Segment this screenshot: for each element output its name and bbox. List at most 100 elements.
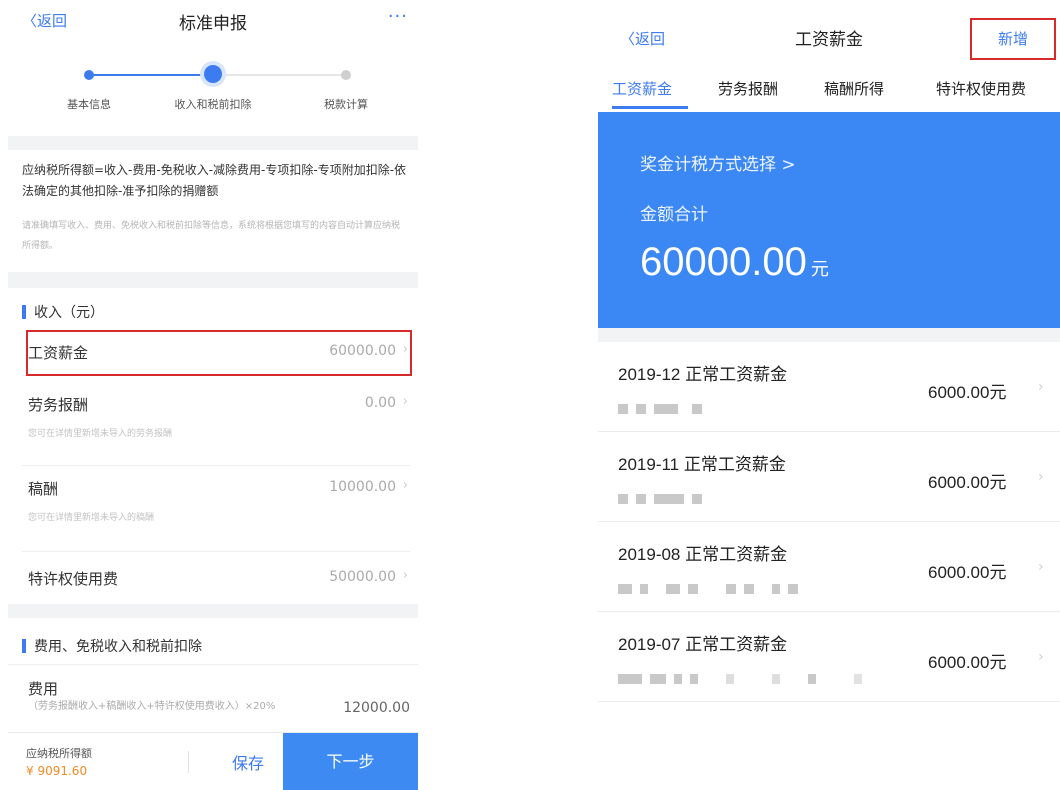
list-item[interactable]: 2019-12 正常工资薪金 6000.00元 › — [598, 342, 1060, 432]
highlight-box — [26, 330, 412, 376]
redaction-block — [654, 494, 684, 504]
income-type-tabs: 工资薪金 劳务报酬 稿酬所得 特许权使用费 — [598, 68, 1060, 112]
total-amount-value: 60000.00 — [640, 240, 807, 284]
redaction-block — [636, 494, 646, 504]
redaction-block — [808, 674, 816, 684]
tab-labor[interactable]: 劳务报酬 — [718, 78, 778, 99]
row-value: 50000.00 — [329, 569, 396, 585]
redaction-block — [640, 584, 648, 594]
redaction-block — [772, 584, 780, 594]
hint-text: 请准确填写收入、费用、免税收入和税前扣除等信息，系统将根据您填写的内容自动计算应… — [22, 221, 401, 251]
fee-label: 费用 — [28, 680, 59, 698]
redaction-block — [618, 404, 628, 414]
taxable-income-value: ¥ 9091.60 — [26, 764, 88, 778]
row-label: 稿酬 — [28, 480, 59, 498]
redaction-block — [726, 674, 734, 684]
redaction-block — [692, 404, 702, 414]
income-section-title: 收入（元） — [22, 302, 104, 322]
row-value: 10000.00 — [329, 479, 396, 495]
tab-franchise[interactable]: 特许权使用费 — [936, 78, 1026, 99]
redaction-block — [666, 584, 680, 594]
tab-royalty[interactable]: 稿酬所得 — [824, 78, 884, 99]
row-hint: 您可在详情里新增未导入的劳务报酬 — [28, 429, 173, 439]
masked-employer-text — [618, 584, 798, 594]
redaction-block — [654, 404, 678, 414]
section-divider — [8, 136, 418, 150]
progress-steps: 基本信息 收入和税前扣除 税款计算 — [8, 58, 418, 128]
next-step-button[interactable]: 下一步 — [283, 733, 418, 790]
entry-title: 2019-08 正常工资薪金 — [618, 545, 788, 564]
redaction-block — [690, 674, 698, 684]
page-title: 标准申报 — [179, 14, 247, 34]
masked-employer-text — [618, 494, 702, 504]
total-label: 金额合计 — [640, 205, 708, 225]
entry-title: 2019-12 正常工资薪金 — [618, 365, 788, 384]
divider — [188, 751, 189, 773]
active-tab-indicator — [612, 106, 688, 109]
chevron-right-icon: › — [1038, 469, 1044, 485]
redaction-block — [650, 674, 666, 684]
formula-text: 应纳税所得额=收入-费用-免税收入-减除费用-专项扣除-专项附加扣除-依法确定的… — [22, 163, 407, 198]
redaction-block — [618, 584, 632, 594]
row-value: 0.00 — [364, 395, 396, 411]
section-divider — [8, 604, 418, 618]
step-line-todo — [212, 74, 346, 76]
save-button[interactable]: 保存 — [208, 750, 288, 774]
nav-bar: 〈返回 工资薪金 新增 — [598, 0, 1060, 66]
fee-section-label: 费用、免税收入和税前扣除 — [34, 639, 202, 655]
total-amount-unit: 元 — [810, 259, 829, 279]
fee-formula: （劳务报酬收入+稿酬收入+特许权使用费收入）×20% — [28, 701, 276, 712]
redaction-block — [788, 584, 798, 594]
total-amount: 60000.00 元 — [640, 240, 829, 285]
salary-detail-screen: 〈返回 工资薪金 新增 工资薪金 劳务报酬 稿酬所得 特许权使用费 奖金计税方式… — [598, 0, 1060, 790]
step-dot-basic-info — [84, 70, 94, 80]
chevron-right-icon: › — [1038, 649, 1044, 665]
add-button[interactable]: 新增 — [970, 18, 1056, 60]
entry-amount: 6000.00元 — [928, 383, 1007, 402]
redaction-block — [674, 674, 682, 684]
redaction-block — [692, 494, 702, 504]
row-label: 特许权使用费 — [28, 570, 119, 588]
redaction-block — [726, 584, 736, 594]
row-hint: 您可在详情里新增未导入的稿酬 — [28, 513, 155, 523]
nav-bar: 〈返回 标准申报 ··· — [8, 0, 418, 44]
row-label: 劳务报酬 — [28, 396, 89, 414]
redaction-block — [772, 674, 780, 684]
entry-amount: 6000.00元 — [928, 563, 1007, 582]
more-icon[interactable]: ··· — [388, 6, 408, 27]
masked-employer-text — [618, 404, 702, 414]
income-row-franchise[interactable]: 特许权使用费 50000.00 › — [22, 556, 410, 602]
redaction-block — [618, 494, 628, 504]
entry-title: 2019-11 正常工资薪金 — [618, 455, 786, 474]
redaction-block — [744, 584, 754, 594]
entry-amount: 6000.00元 — [928, 473, 1007, 492]
chevron-right-icon: › — [402, 568, 408, 583]
step-label-tax-calc: 税款计算 — [324, 98, 368, 111]
list-item[interactable]: 2019-11 正常工资薪金 6000.00元 › — [598, 432, 1060, 522]
redaction-block — [618, 674, 642, 684]
fee-value: 12000.00 — [343, 700, 410, 716]
list-item[interactable]: 2019-08 正常工资薪金 6000.00元 › — [598, 522, 1060, 612]
income-row-labor[interactable]: 劳务报酬 0.00 › 您可在详情里新增未导入的劳务报酬 — [22, 382, 410, 466]
step-label-income: 收入和税前扣除 — [174, 98, 252, 111]
fee-section-title: 费用、免税收入和税前扣除 — [22, 636, 202, 656]
section-divider — [598, 328, 1060, 342]
section-marker — [22, 639, 26, 653]
bonus-method-link[interactable]: 奖金计税方式选择 > — [640, 150, 796, 175]
list-item[interactable]: 2019-07 正常工资薪金 6000.00元 › — [598, 612, 1060, 702]
total-banner: 奖金计税方式选择 > 金额合计 60000.00 元 — [598, 112, 1060, 328]
row-divider — [8, 664, 418, 665]
step-label-basic-info: 基本信息 — [67, 98, 111, 111]
redaction-block — [688, 584, 698, 594]
tab-salary[interactable]: 工资薪金 — [612, 78, 672, 99]
income-section-label: 收入（元） — [34, 305, 104, 321]
chevron-right-icon: › — [402, 394, 408, 409]
income-row-royalty[interactable]: 稿酬 10000.00 › 您可在详情里新增未导入的稿酬 — [22, 466, 410, 552]
chevron-right-icon: › — [402, 478, 408, 493]
chevron-right-icon: › — [1038, 379, 1044, 395]
section-marker — [22, 305, 26, 319]
redaction-block — [636, 404, 646, 414]
entry-title: 2019-07 正常工资薪金 — [618, 635, 788, 654]
bottom-bar: 应纳税所得额 ¥ 9091.60 保存 下一步 — [8, 732, 418, 790]
redaction-block — [854, 674, 862, 684]
